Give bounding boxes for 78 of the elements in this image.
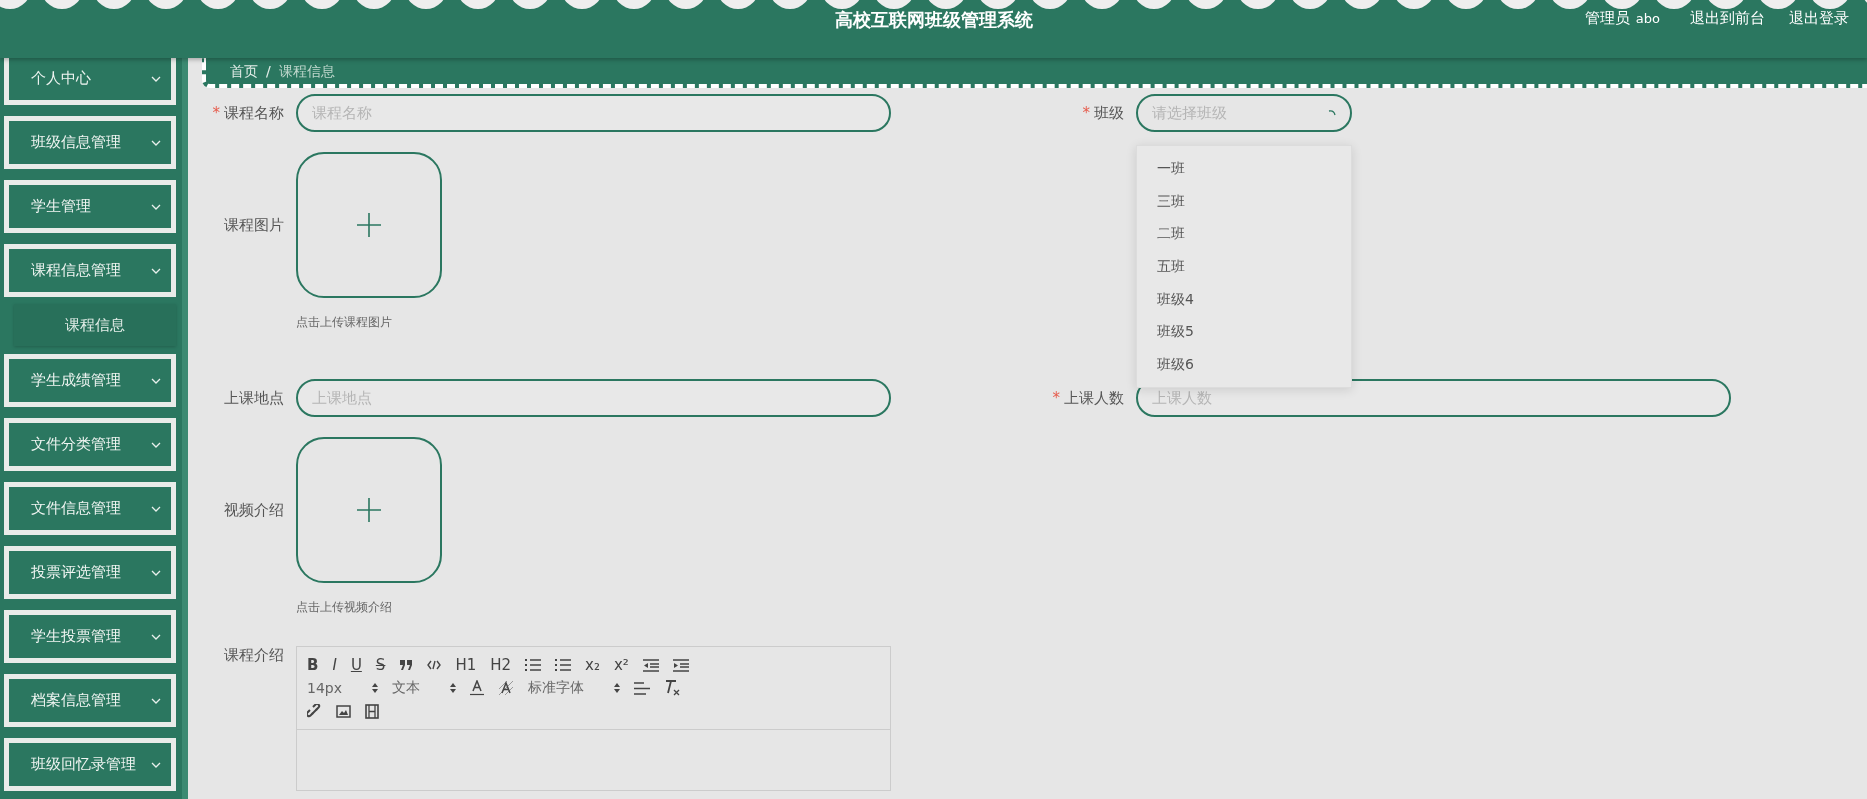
toolbar-button[interactable]: x₂ [585,656,600,674]
sidebar-menu-item[interactable]: 学生成绩管理 [4,354,176,407]
field-label: * 课程名称 [211,103,285,123]
bullet-list-icon[interactable] [555,658,572,672]
field-label: 课程图片 [223,216,285,235]
quote-icon[interactable] [399,659,414,671]
sidebar-menu-item[interactable]: 投票评选管理 [4,546,176,599]
header-link[interactable]: 退出到前台 [1690,9,1765,28]
image-upload-box[interactable] [296,152,442,298]
highlight-icon[interactable] [498,680,514,696]
outdent-icon[interactable] [642,658,659,672]
sidebar-menu-item[interactable]: 文件信息管理 [4,482,176,535]
chevron-icon [151,633,161,640]
toolbar-button[interactable]: I [332,656,337,674]
sidebar-menu-item[interactable]: 档案信息管理 [4,674,176,727]
user-name: abo [1635,11,1660,26]
indent-icon[interactable] [672,658,689,672]
chevron-icon [151,441,161,448]
header-link[interactable]: 退出登录 [1789,9,1849,28]
sidebar-menu-item[interactable]: 学生管理 [4,180,176,233]
clear-format-icon[interactable] [664,680,680,696]
chevron-icon [151,267,161,274]
toolbar-button[interactable]: B [307,656,319,674]
up-down-arrows-icon [450,683,456,693]
toolbar-select[interactable]: 标准字体 [528,679,620,697]
upload-hint: 点击上传视频介绍 [296,599,393,616]
film-icon[interactable] [365,703,379,719]
chevron-icon [151,569,161,576]
toolbar-button[interactable]: x² [613,656,629,674]
toolbar-button[interactable]: H2 [490,656,512,674]
chevron-icon [151,377,161,384]
sidebar-menu-item[interactable]: 班级信息管理 [4,116,176,169]
video-upload-box[interactable] [296,437,442,583]
dropdown-option[interactable]: 三班 [1137,184,1351,218]
dropdown-option[interactable]: 二班 [1137,217,1351,251]
field-label: * 上课人数 [1051,388,1125,408]
caret-icon [1328,110,1336,116]
up-down-arrows-icon [614,683,620,693]
toolbar-select[interactable]: 14px [307,680,378,696]
sidebar-menu-item[interactable]: 文件分类管理 [4,418,176,471]
user-role: 管理员 [1584,9,1630,28]
chevron-icon [151,697,161,704]
breadcrumb-item: / [266,62,271,80]
chevron-icon [151,203,161,210]
breadcrumb-item: 课程信息 [278,62,335,80]
toolbar-button[interactable]: S [375,656,386,674]
upload-hint: 点击上传课程图片 [296,314,393,331]
dropdown-option[interactable]: 五班 [1137,250,1351,283]
dropdown-option[interactable]: 班级5 [1137,315,1351,349]
system-title: 高校互联网班级管理系统 [834,8,1033,32]
align-left-icon[interactable] [634,681,650,695]
breadcrumb-item[interactable]: 首页 [230,62,258,80]
link-icon[interactable] [307,703,322,719]
sidebar-submenu-item[interactable]: 课程信息 [14,304,176,346]
code-icon[interactable] [427,660,442,670]
field-label: * 班级 [1081,103,1125,123]
chevron-icon [151,505,161,512]
chevron-icon [151,139,161,146]
chevron-icon [151,75,161,82]
sidebar-menu-item[interactable]: 课程信息管理 [4,244,176,297]
toolbar-button[interactable]: H1 [455,656,477,674]
dropdown-option[interactable]: 班级6 [1137,348,1351,381]
plus-icon [356,497,382,523]
chevron-icon [151,761,161,768]
sidebar-menu-item[interactable]: 个人中心 [4,58,176,105]
sidebar-menu-item[interactable]: 学生投票管理 [4,610,176,663]
field-label: 上课地点 [223,388,285,408]
plus-icon [356,212,382,238]
up-down-arrows-icon [372,683,378,693]
sidebar-menu-item[interactable]: 班级回忆录管理 [4,738,176,791]
dropdown-option[interactable]: 班级4 [1137,282,1351,316]
field-label: 视频介绍 [223,501,285,520]
toolbar-select[interactable]: 文本 [392,679,456,697]
dropdown-option[interactable]: 一班 [1137,152,1351,185]
toolbar-button[interactable]: U [350,656,362,674]
image-icon[interactable] [336,704,351,718]
font-color-icon[interactable] [470,680,484,696]
field-label: 课程介绍 [223,646,285,665]
